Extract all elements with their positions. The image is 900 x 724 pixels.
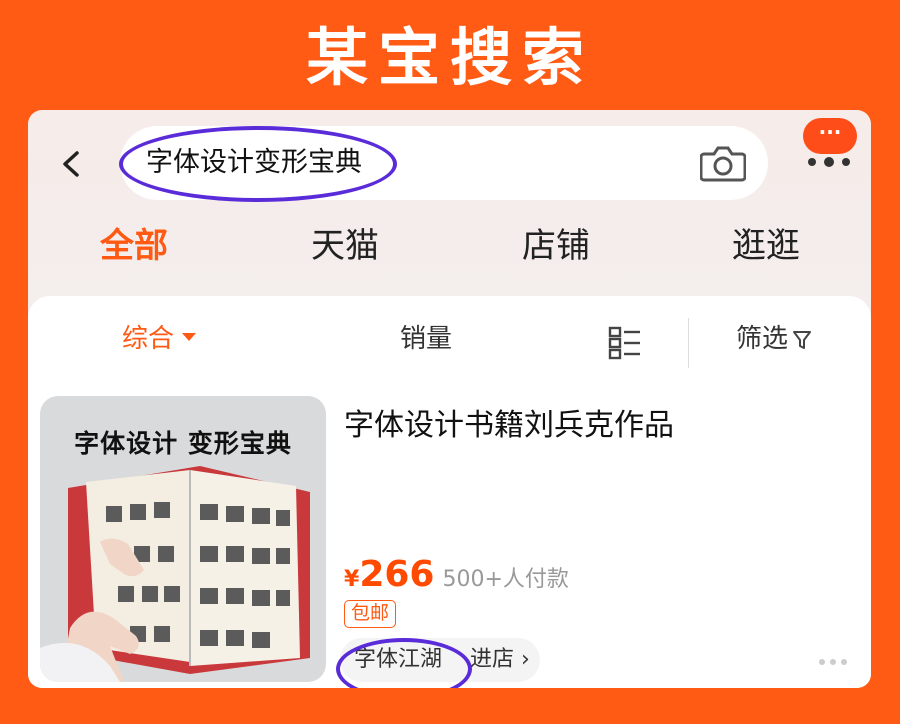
highlight-circle-search (119, 126, 397, 202)
sort-bar: 综合 销量 筛选 (28, 304, 871, 374)
search-results-card: 字体设计变形宝典 ··· 全部 天猫 店铺 逛逛 综合 销量 筛选 字体设计 变… (28, 110, 871, 688)
camera-icon[interactable] (700, 143, 746, 183)
tab-shops[interactable]: 店铺 (476, 216, 636, 276)
price-value: 266 (359, 554, 435, 595)
more-options-icon[interactable] (818, 658, 848, 666)
tab-browse[interactable]: 逛逛 (686, 216, 846, 276)
book-illustration (40, 466, 310, 682)
layout-toggle-icon[interactable] (608, 326, 642, 360)
sort-sales[interactable]: 销量 (400, 304, 452, 374)
back-arrow-icon[interactable] (58, 150, 86, 178)
more-badge[interactable]: ··· (803, 118, 857, 154)
category-tabs: 全部 天猫 店铺 逛逛 (28, 216, 871, 276)
tab-all[interactable]: 全部 (54, 216, 214, 276)
enter-shop-label: 进店 › (470, 647, 530, 672)
sort-divider (688, 318, 689, 368)
sales-count: 500+人付款 (442, 567, 569, 592)
free-shipping-badge: 包邮 (344, 600, 397, 628)
sort-comprehensive-label: 综合 (122, 324, 175, 354)
tab-tmall[interactable]: 天猫 (265, 216, 425, 276)
caret-down-icon (182, 332, 197, 341)
sort-comprehensive[interactable]: 综合 (122, 304, 197, 374)
price-row: ¥266 500+人付款 (344, 554, 569, 598)
menu-dots-icon[interactable] (806, 156, 852, 168)
banner-title: 某宝搜索 (305, 21, 594, 94)
product-image[interactable]: 字体设计 变形宝典 (40, 396, 326, 682)
filter-button[interactable]: 筛选 (736, 304, 812, 374)
search-input[interactable]: 字体设计变形宝典 (119, 126, 768, 202)
product-title[interactable]: 字体设计书籍刘兵克作品 (344, 400, 674, 444)
price-symbol: ¥ (344, 567, 360, 592)
filter-funnel-icon (793, 330, 812, 349)
filter-label: 筛选 (736, 324, 789, 354)
results-panel: 综合 销量 筛选 字体设计 变形宝典 字体设计书籍刘兵克作品 ¥266 500+… (28, 296, 871, 688)
